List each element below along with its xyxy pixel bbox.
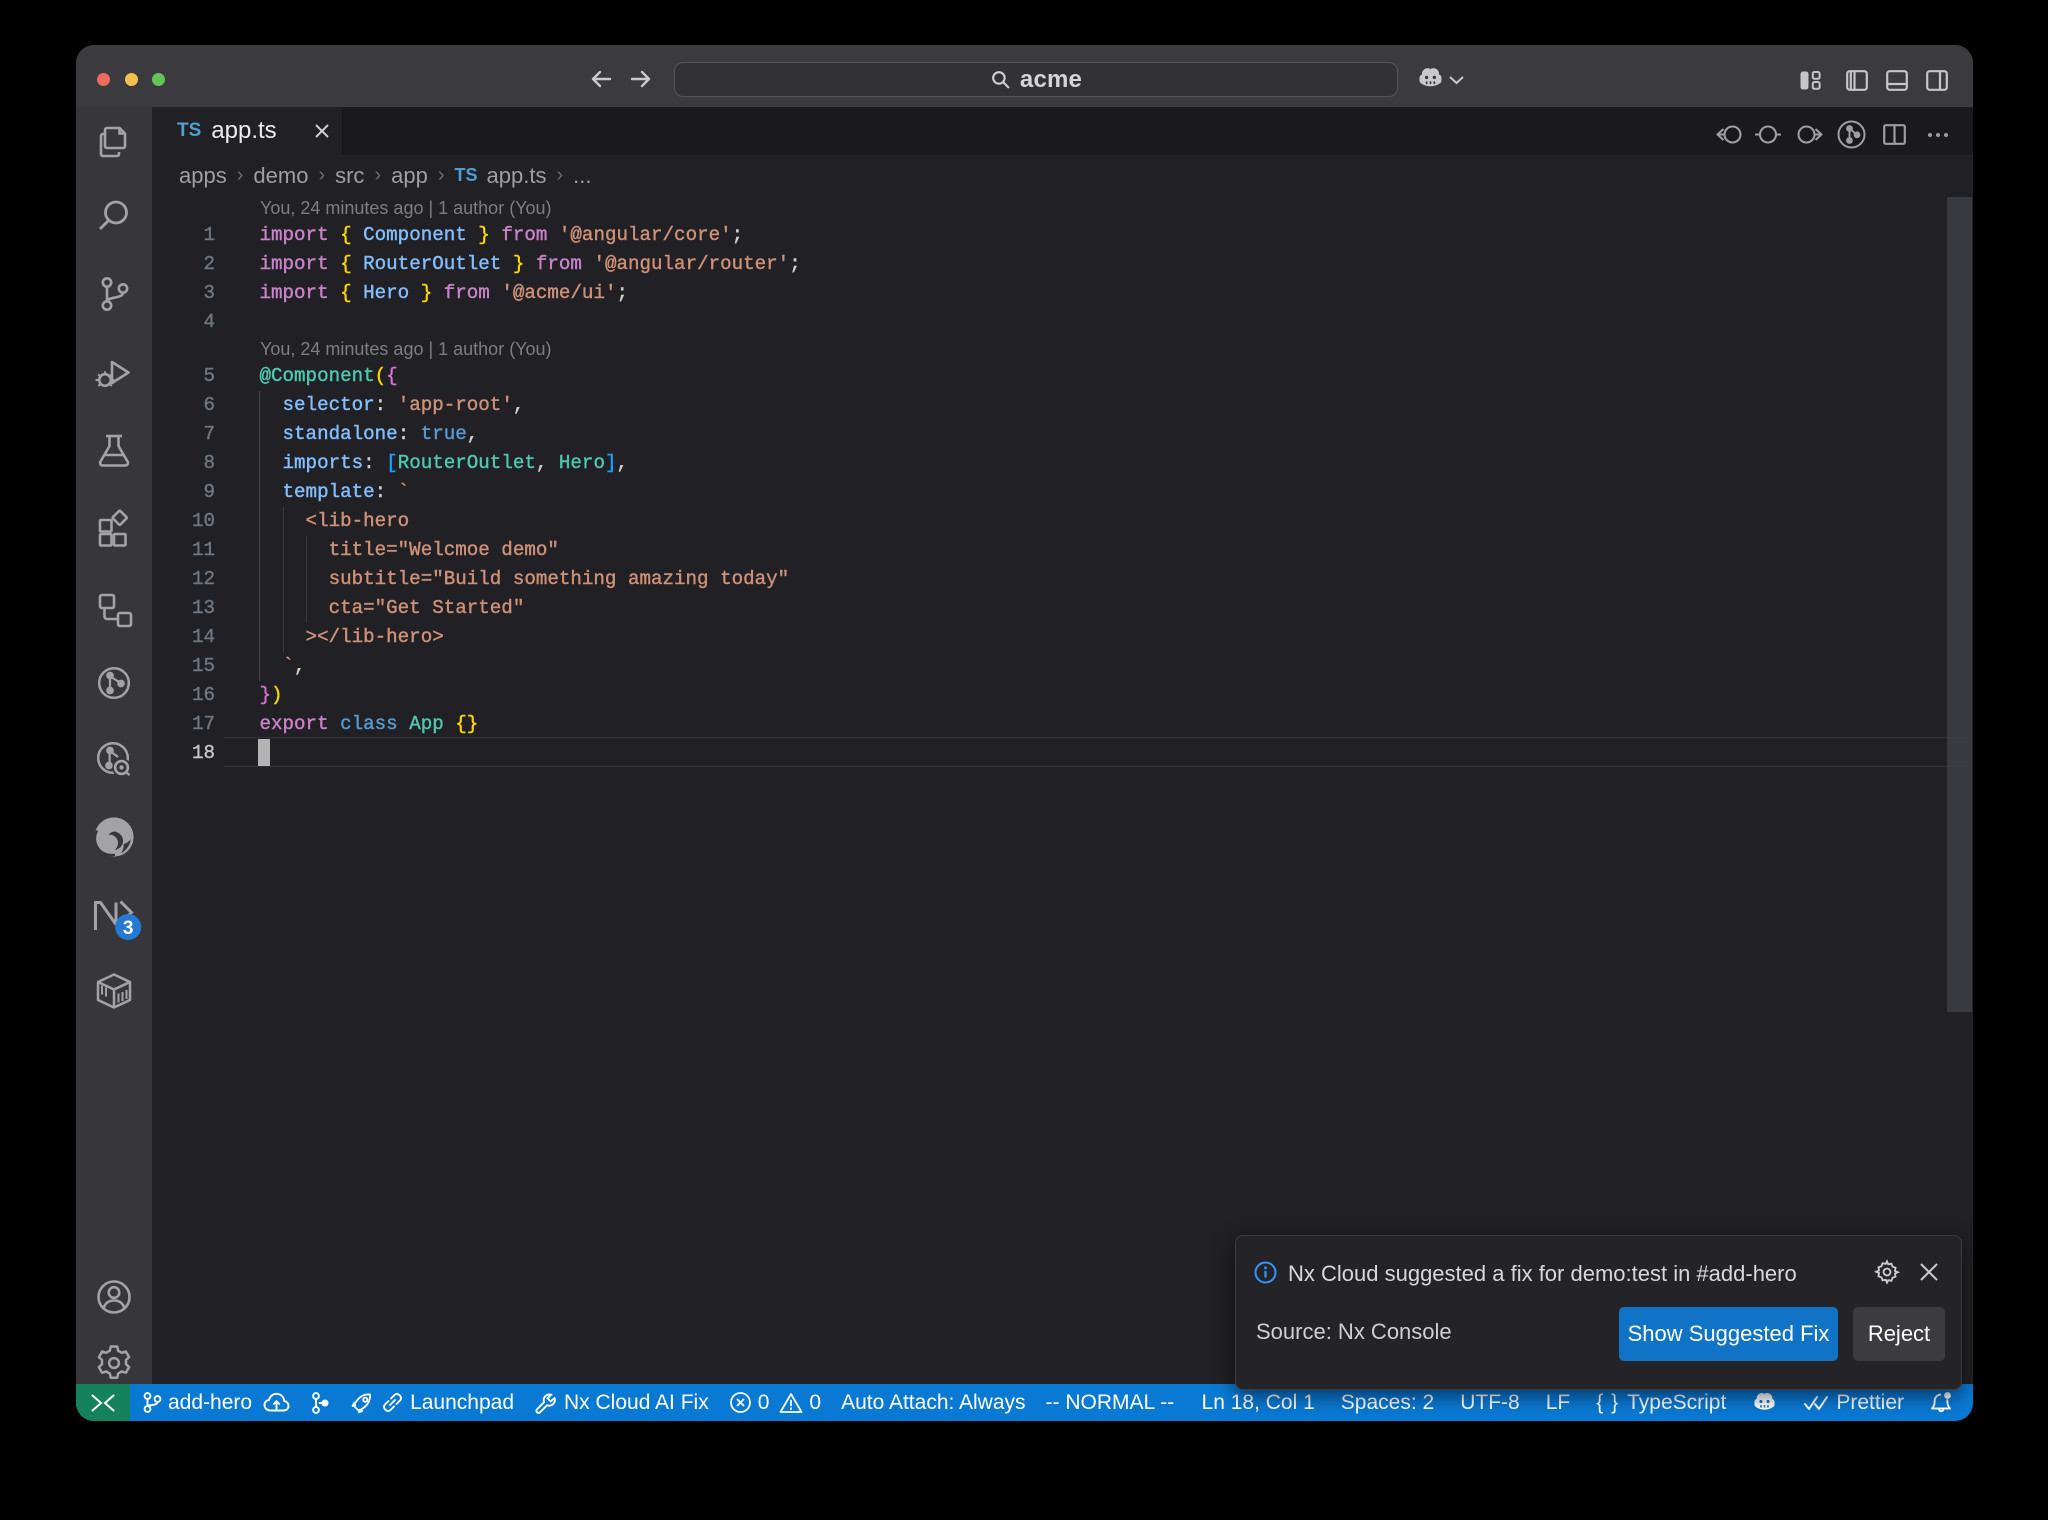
svg-text:3: 3	[123, 918, 134, 939]
